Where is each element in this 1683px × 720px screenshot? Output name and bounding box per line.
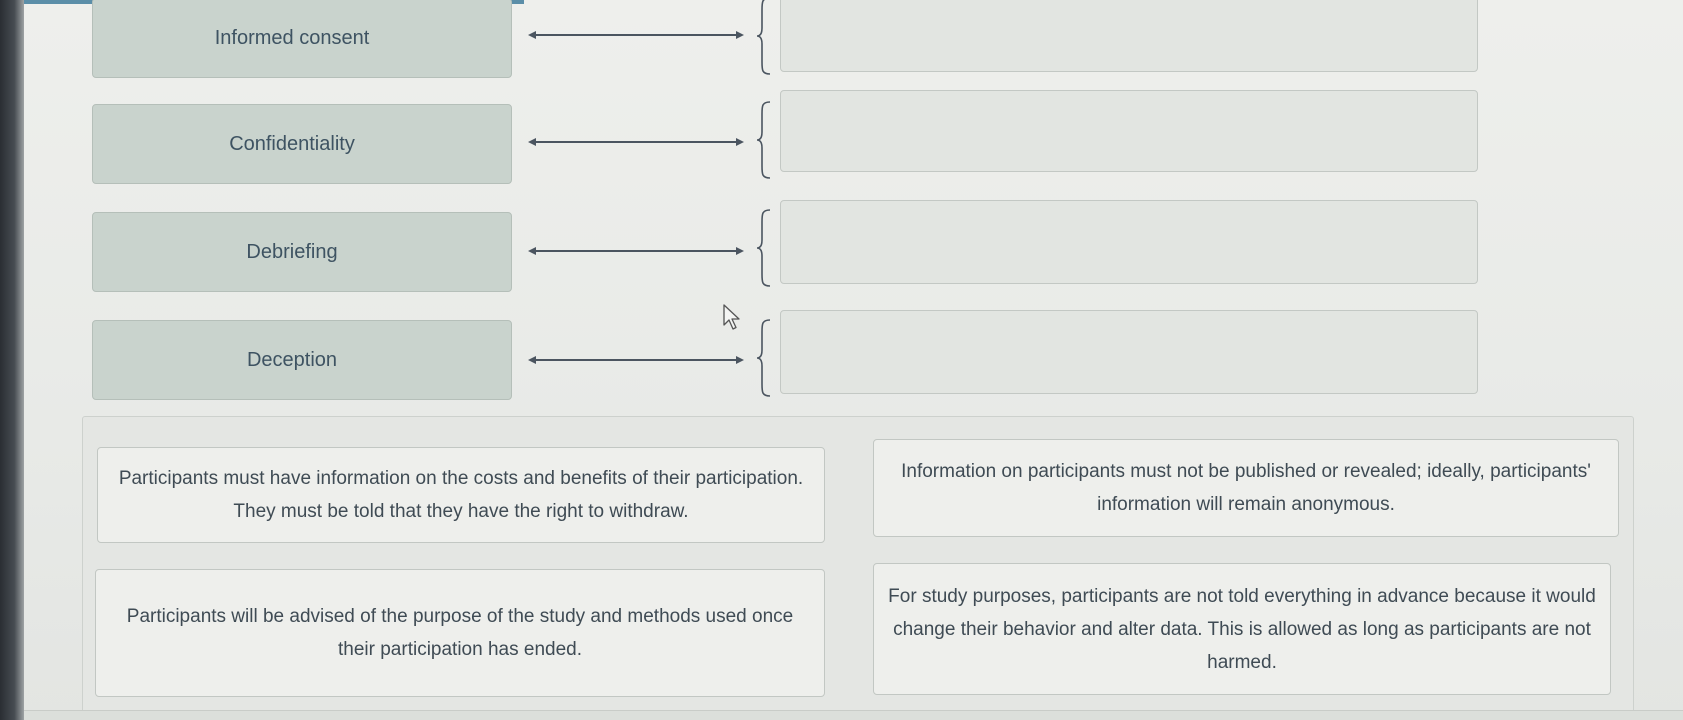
answer-card-text: Participants must have information on th… xyxy=(118,468,804,522)
left-brace-icon xyxy=(756,209,771,287)
answer-card[interactable]: Participants will be advised of the purp… xyxy=(95,569,825,697)
double-arrow-icon xyxy=(528,31,744,39)
term-label: Confidentiality xyxy=(229,132,355,155)
drop-zone-1[interactable] xyxy=(780,0,1478,72)
left-brace-icon xyxy=(756,0,771,75)
matching-activity: { "terms": [ {"label": "Informed consent… xyxy=(0,0,1683,720)
left-brace-icon xyxy=(756,319,771,397)
answer-card[interactable]: For study purposes, participants are not… xyxy=(873,563,1611,695)
double-arrow-icon xyxy=(528,247,744,255)
term-label: Informed consent xyxy=(214,26,370,49)
answer-card[interactable]: Information on participants must not be … xyxy=(873,439,1619,537)
left-brace-icon xyxy=(756,101,771,179)
term-debriefing[interactable]: Debriefing xyxy=(92,212,512,292)
drop-zone-4[interactable] xyxy=(780,310,1478,394)
bottom-divider xyxy=(24,710,1683,720)
answer-card-text: For study purposes, participants are not… xyxy=(888,585,1596,673)
answer-bank: Participants must have information on th… xyxy=(82,416,1634,716)
answer-card[interactable]: Participants must have information on th… xyxy=(97,447,825,543)
term-label: Debriefing xyxy=(246,240,338,263)
drop-zone-3[interactable] xyxy=(780,200,1478,284)
double-arrow-icon xyxy=(528,138,744,146)
answer-card-text: Participants will be advised of the purp… xyxy=(126,606,794,660)
term-informed-consent[interactable]: Informed consent xyxy=(92,0,512,78)
mouse-pointer-icon xyxy=(723,304,740,330)
double-arrow-icon xyxy=(528,356,744,364)
term-label: Deception xyxy=(246,348,338,371)
term-deception[interactable]: Deception xyxy=(92,320,512,400)
screen-bezel xyxy=(0,0,24,720)
answer-card-text: Information on participants must not be … xyxy=(901,461,1591,515)
term-confidentiality[interactable]: Confidentiality xyxy=(92,104,512,184)
drop-zone-2[interactable] xyxy=(780,90,1478,172)
